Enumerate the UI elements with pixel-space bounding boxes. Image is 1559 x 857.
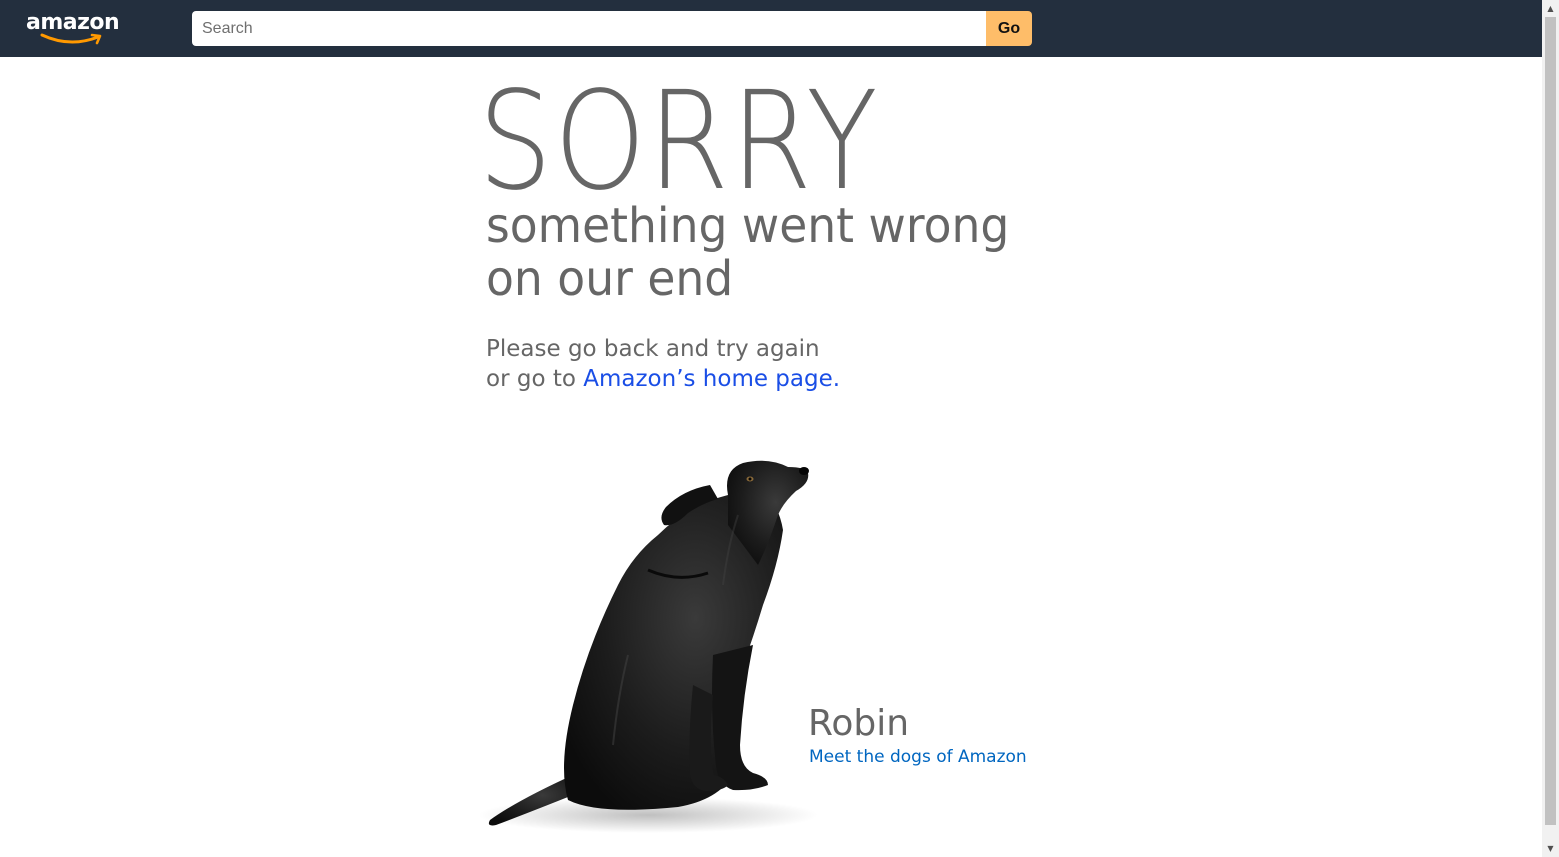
message-line-1: Please go back and try again [486,336,820,362]
error-subtitle-line-1: something went wrong [486,198,1010,254]
scroll-up-arrow-icon[interactable]: ▲ [1542,0,1559,17]
home-page-link[interactable]: Amazon’s home page. [583,366,840,392]
dog-photo [478,460,818,833]
error-subtitle-line-2: on our end [486,251,734,307]
dog-name: Robin [808,703,910,744]
error-page: amazon Go SORRY something went wrong on … [0,0,1559,857]
vertical-scrollbar[interactable]: ▲ ▼ [1542,0,1559,857]
error-subtitle: something went wrong on our end [486,200,1009,306]
logo-smile-icon [40,33,102,45]
meet-the-dogs-link[interactable]: Meet the dogs of Amazon [809,745,1027,769]
message-line-2: or go to Amazon’s home page. [486,364,840,394]
scrollbar-thumb[interactable] [1545,17,1556,825]
message-prefix: or go to [486,366,584,392]
error-message: Please go back and try again or go to Am… [486,334,840,394]
top-navigation-bar: amazon Go [0,0,1542,57]
amazon-logo[interactable]: amazon [26,10,126,46]
scroll-down-arrow-icon[interactable]: ▼ [1542,840,1559,857]
search-input[interactable] [192,11,986,46]
go-button[interactable]: Go [986,11,1032,46]
